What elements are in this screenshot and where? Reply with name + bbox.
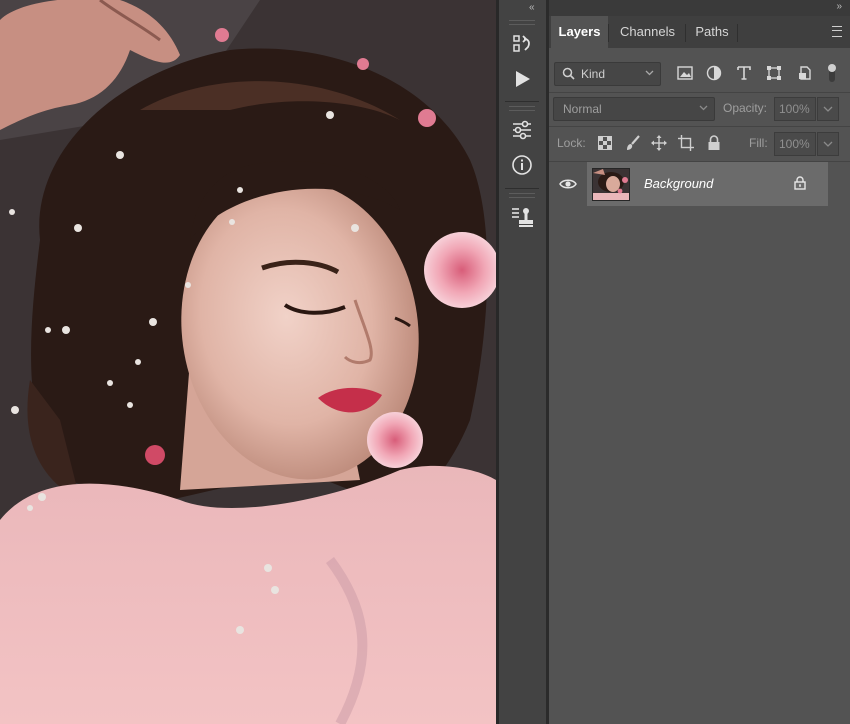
tab-paths[interactable]: Paths xyxy=(687,16,737,48)
dock-grip[interactable] xyxy=(509,106,535,111)
dock-grip[interactable] xyxy=(509,193,535,198)
chevron-down-icon xyxy=(645,70,654,76)
blend-mode-select[interactable]: Normal xyxy=(553,97,715,121)
search-icon xyxy=(562,67,575,80)
visibility-eye-icon[interactable] xyxy=(557,174,579,194)
layers-panel: » Layers Channels Paths Kind Normal Opac… xyxy=(549,0,850,724)
collapse-left-icon[interactable]: « xyxy=(529,2,535,13)
lock-label: Lock: xyxy=(557,136,586,150)
lock-position-icon[interactable] xyxy=(649,133,669,153)
actions-play-icon[interactable] xyxy=(509,66,535,92)
adjustments-icon[interactable] xyxy=(509,117,535,143)
layer-row[interactable]: Background xyxy=(549,162,850,206)
lock-all-icon[interactable] xyxy=(704,133,724,153)
tab-channels[interactable]: Channels xyxy=(610,16,685,48)
opacity-value: 100% xyxy=(779,102,810,116)
shape-filter-icon[interactable] xyxy=(765,64,783,82)
document-canvas[interactable] xyxy=(0,0,496,724)
layer-selected-highlight[interactable]: Background xyxy=(587,162,828,206)
tab-separator xyxy=(608,24,609,42)
fill-label: Fill: xyxy=(749,136,768,150)
dock-separator xyxy=(505,101,539,102)
lock-image-pixels-icon[interactable] xyxy=(623,133,643,153)
layer-name[interactable]: Background xyxy=(644,176,713,191)
opacity-input[interactable]: 100% xyxy=(774,97,816,121)
photo-image xyxy=(0,0,496,724)
pixel-layer-filter-icon[interactable] xyxy=(676,64,694,82)
type-filter-icon[interactable] xyxy=(735,64,753,82)
dock-grip[interactable] xyxy=(509,20,535,25)
divider-line xyxy=(549,126,850,127)
tab-separator xyxy=(737,24,738,42)
filter-toggle-switch[interactable] xyxy=(827,62,836,84)
layer-thumbnail xyxy=(592,168,630,201)
chevron-down-icon xyxy=(699,105,708,111)
info-icon[interactable] xyxy=(509,152,535,178)
adjustment-filter-icon[interactable] xyxy=(705,64,723,82)
opacity-label: Opacity: xyxy=(723,101,768,115)
layer-lock-icon xyxy=(794,176,806,190)
chevron-down-icon xyxy=(823,106,833,112)
divider-line xyxy=(549,92,850,93)
tab-separator xyxy=(685,24,686,42)
panel-tab-bar: Layers Channels Paths xyxy=(549,16,850,48)
dock-separator xyxy=(505,188,539,189)
chevron-down-icon xyxy=(823,141,833,147)
fill-value: 100% xyxy=(779,137,810,151)
fill-dropdown-button[interactable] xyxy=(817,132,839,156)
filter-kind-label: Kind xyxy=(581,67,606,81)
blend-mode-value: Normal xyxy=(563,102,602,116)
panel-menu-icon[interactable] xyxy=(832,26,842,37)
collapse-right-icon[interactable]: » xyxy=(836,1,842,12)
fill-input[interactable]: 100% xyxy=(774,132,816,156)
panel-dock-strip: « xyxy=(499,0,546,724)
clone-source-icon[interactable] xyxy=(509,204,535,230)
filter-kind-select[interactable]: Kind xyxy=(554,62,661,86)
lock-artboard-icon[interactable] xyxy=(676,133,696,153)
lock-transparent-pixels-icon[interactable] xyxy=(595,133,615,153)
panel-top-strip: » xyxy=(549,0,850,16)
history-icon[interactable] xyxy=(509,31,535,57)
opacity-dropdown-button[interactable] xyxy=(817,97,839,121)
tab-layers[interactable]: Layers xyxy=(551,16,608,48)
smart-object-filter-icon[interactable] xyxy=(796,64,814,82)
